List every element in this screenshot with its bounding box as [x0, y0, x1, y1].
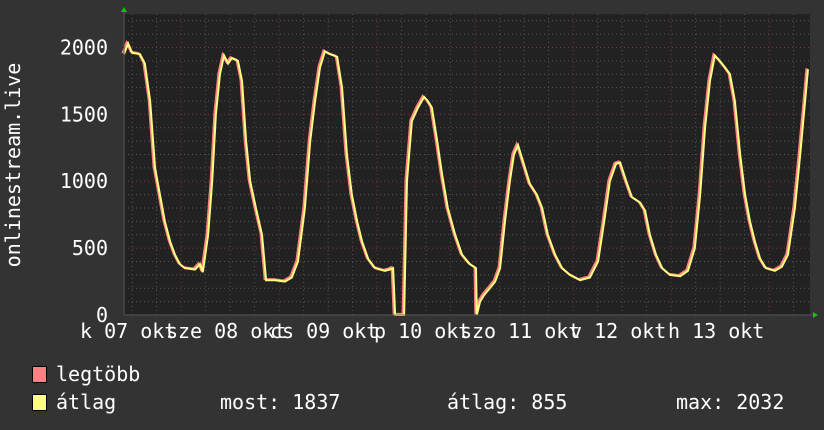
y-tick-label: 1000: [60, 169, 108, 193]
max-swatch-icon: [32, 365, 47, 383]
legend-max-label: legtöbb: [56, 362, 141, 386]
x-tick-label: p 10 okt: [374, 319, 470, 343]
x-tick-label: cs 09 okt: [270, 319, 378, 343]
x-tick-label: h 13 okt: [668, 319, 764, 343]
legend-avg: átlag: [32, 390, 116, 414]
y-axis-label: onlinestream.live: [1, 63, 25, 268]
x-tick-label: szo 11 okt: [460, 319, 580, 343]
y-tick-label: 500: [72, 236, 108, 260]
x-tick-label: k 07 okt: [80, 319, 176, 343]
stat-now: most: 1837: [220, 390, 341, 414]
avg-swatch-icon: [32, 393, 47, 411]
x-axis-arrow-icon: [813, 312, 818, 318]
x-tick-label: v 12 okt: [570, 319, 666, 343]
legend-max: legtöbb: [32, 362, 140, 386]
y-tick-label: 2000: [60, 35, 108, 59]
y-tick-label: 1500: [60, 102, 108, 126]
stat-max: max: 2032: [676, 390, 785, 414]
stat-average: átlag: 855: [447, 390, 568, 414]
y-axis-arrow-icon: [121, 7, 127, 12]
x-tick-label: sze 08 okt: [166, 319, 286, 343]
chart: 0500100015002000k 07 oktsze 08 oktcs 09 …: [1, 7, 818, 343]
legend-avg-label: átlag: [56, 390, 117, 414]
